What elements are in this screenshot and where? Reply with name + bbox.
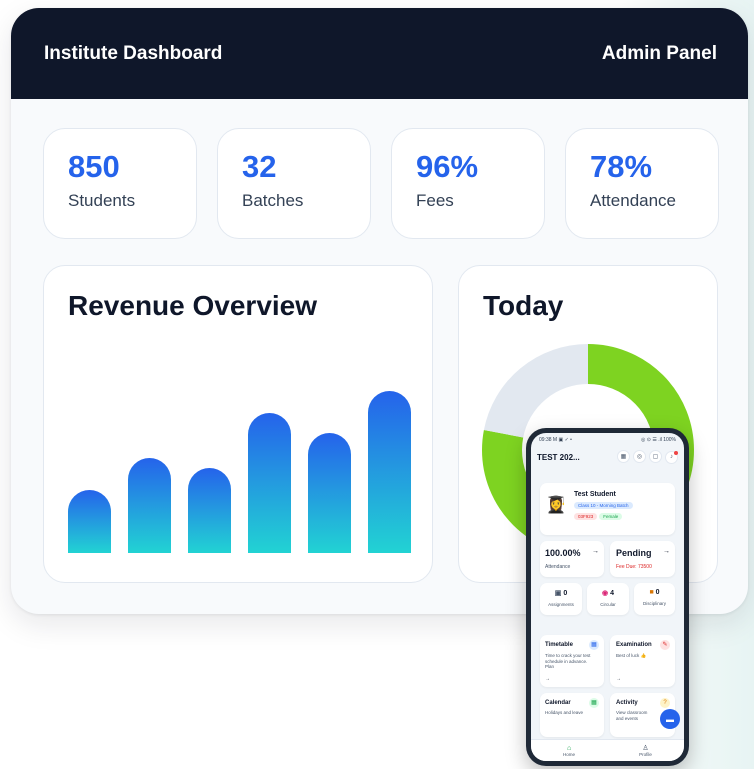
assignments-label: Assignments xyxy=(548,602,574,607)
bottom-nav: ⌂ Home ♙ Profile xyxy=(531,739,684,761)
attendance-card[interactable]: 100.00% → Attendance xyxy=(540,541,604,577)
examination-card[interactable]: Examination ✎ Best of luck 👍 → xyxy=(610,635,675,687)
activity-desc: View classroom and events xyxy=(616,710,648,721)
circular-card[interactable]: ◉ 4 Circular xyxy=(587,583,629,615)
stat-label: Batches xyxy=(242,191,304,210)
profile-icon: ♙ xyxy=(642,745,649,752)
phone-mockup: 09:38 M ▣ ✓ • ◎ ⊙ ☰ .il 100% TEST 202...… xyxy=(526,428,689,766)
stat-value: 96% xyxy=(416,149,479,184)
stat-label: Fees xyxy=(416,191,454,210)
stat-card-batches[interactable]: 32 Batches xyxy=(217,128,371,239)
gender-chip: Female xyxy=(599,513,623,520)
activity-title: Activity xyxy=(616,700,638,706)
circular-label: Circular xyxy=(600,602,616,607)
arrow-right-icon: → xyxy=(663,548,670,555)
timetable-title: Timetable xyxy=(545,642,573,648)
revenue-title: Revenue Overview xyxy=(68,290,318,321)
arrow-right-icon: → xyxy=(616,676,621,682)
stat-value: 32 xyxy=(242,149,277,184)
dashboard-title: Institute Dashboard xyxy=(44,42,223,64)
timetable-desc: Time to crack your test schedule in adva… xyxy=(545,653,591,669)
revenue-bar[interactable] xyxy=(308,433,351,553)
pending-card[interactable]: Pending → Fee Due: 73500 xyxy=(610,541,675,577)
revenue-bar-chart xyxy=(68,386,413,553)
exam-icon: ✎ xyxy=(660,640,670,650)
phone-header: TEST 202... ▦ ◎ ▢ ♪ xyxy=(531,447,684,467)
examination-desc: Best of luck 👍 xyxy=(616,653,647,658)
nav-home-label: Home xyxy=(563,751,576,757)
circular-count: 4 xyxy=(610,590,614,597)
arrow-right-icon: → xyxy=(545,676,550,682)
stat-value: 850 xyxy=(68,149,120,184)
disciplinary-label: Disciplinary xyxy=(642,601,666,606)
stat-card-attendance[interactable]: 78% Attendance xyxy=(565,128,719,239)
phone-title: TEST 202... xyxy=(537,452,580,462)
status-left: 09:38 M ▣ ✓ • xyxy=(539,437,572,443)
nav-profile-label: Profile xyxy=(639,752,652,757)
profile-card[interactable]: 👩‍🎓 Test Student Class 10 - Morning Batc… xyxy=(540,483,675,535)
arrow-right-icon: → xyxy=(592,548,599,555)
fee-due-label: Fee Due: 73500 xyxy=(616,564,652,570)
disciplinary-icon: ■ xyxy=(649,589,654,596)
stat-card-students[interactable]: 850 Students xyxy=(43,128,197,239)
activity-icon: ? xyxy=(660,698,670,708)
message-icon[interactable]: ▢ xyxy=(649,450,662,464)
nav-profile[interactable]: ♙ Profile xyxy=(639,744,652,757)
revenue-bar[interactable] xyxy=(368,391,411,553)
revenue-bar[interactable] xyxy=(248,413,291,553)
assignments-card[interactable]: ▣ 0 Assignments xyxy=(540,583,582,615)
stat-card-fees[interactable]: 96% Fees xyxy=(391,128,545,239)
calendar-desc: Holidays and leave xyxy=(545,710,584,715)
disciplinary-count: 0 xyxy=(655,589,660,596)
notification-dot xyxy=(674,450,678,455)
calendar-card[interactable]: Calendar ▦ Holidays and leave xyxy=(540,693,604,737)
class-chip: Class 10 - Morning Batch xyxy=(574,502,633,509)
home-icon: ⌂ xyxy=(566,744,572,752)
student-name: Test Student xyxy=(574,491,616,498)
bell-icon[interactable]: ♪ xyxy=(665,450,678,464)
revenue-card: Revenue Overview xyxy=(43,265,433,583)
student-avatar: 👩‍🎓 xyxy=(546,497,566,514)
circular-icon: ◉ xyxy=(602,590,609,597)
timetable-card[interactable]: Timetable ▦ Time to crack your test sche… xyxy=(540,635,604,687)
stat-value: 78% xyxy=(590,149,653,184)
phone-screen: 09:38 M ▣ ✓ • ◎ ⊙ ☰ .il 100% TEST 202...… xyxy=(531,433,684,761)
examination-title: Examination xyxy=(616,642,652,648)
revenue-bar[interactable] xyxy=(128,458,171,553)
attendance-value: 100.00% xyxy=(545,548,581,558)
revenue-bar[interactable] xyxy=(68,490,111,553)
calendar-icon[interactable]: ▦ xyxy=(617,450,630,464)
pending-value: Pending xyxy=(616,548,652,558)
nav-home[interactable]: ⌂ Home xyxy=(563,745,575,757)
stat-label: Attendance xyxy=(590,191,677,210)
chat-fab-button[interactable]: ▬ xyxy=(660,709,680,729)
revenue-bar[interactable] xyxy=(188,468,231,553)
assignment-icon: ▣ xyxy=(554,590,562,597)
attendance-label: Attendance xyxy=(545,564,571,570)
stat-label: Students xyxy=(68,191,136,210)
top-bar: Institute Dashboard Admin Panel xyxy=(11,8,748,99)
assignments-count: 0 xyxy=(563,590,568,597)
settings-icon[interactable]: ◎ xyxy=(633,450,646,464)
phone-status-bar: 09:38 M ▣ ✓ • ◎ ⊙ ☰ .il 100% xyxy=(531,433,684,447)
calendar-title: Calendar xyxy=(545,700,571,706)
timetable-icon: ▦ xyxy=(589,640,599,650)
id-chip: 03F923 xyxy=(574,513,598,520)
calendar-card-icon: ▦ xyxy=(589,698,599,708)
status-right: ◎ ⊙ ☰ .il 100% xyxy=(641,437,676,443)
admin-panel-label[interactable]: Admin Panel xyxy=(602,43,717,65)
disciplinary-card[interactable]: ■ 0 Disciplinary xyxy=(634,583,675,615)
